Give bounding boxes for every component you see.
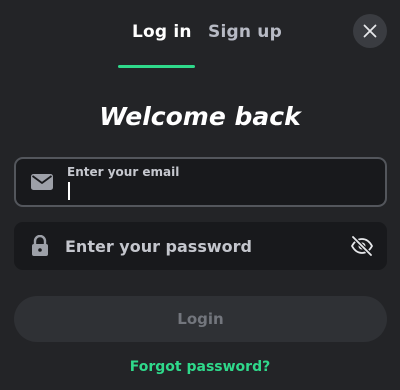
login-button[interactable]: Login (14, 296, 387, 342)
active-tab-indicator (118, 65, 195, 68)
close-button[interactable] (353, 14, 387, 48)
email-input[interactable] (66, 181, 366, 201)
envelope-icon (31, 174, 53, 190)
tab-login[interactable]: Log in (132, 22, 192, 42)
tab-signup[interactable]: Sign up (208, 22, 282, 42)
forgot-password-link[interactable]: Forgot password? (0, 359, 400, 375)
password-input[interactable] (65, 234, 335, 258)
eye-off-icon[interactable] (350, 234, 374, 258)
lock-icon (32, 235, 48, 256)
text-caret (68, 182, 70, 200)
page-title: Welcome back (99, 102, 301, 131)
email-field[interactable]: Enter your email (14, 157, 387, 207)
email-label: Enter your email (67, 165, 180, 179)
password-field[interactable] (14, 222, 387, 270)
close-icon (363, 24, 377, 38)
auth-tabs: Log in Sign up (0, 0, 400, 70)
